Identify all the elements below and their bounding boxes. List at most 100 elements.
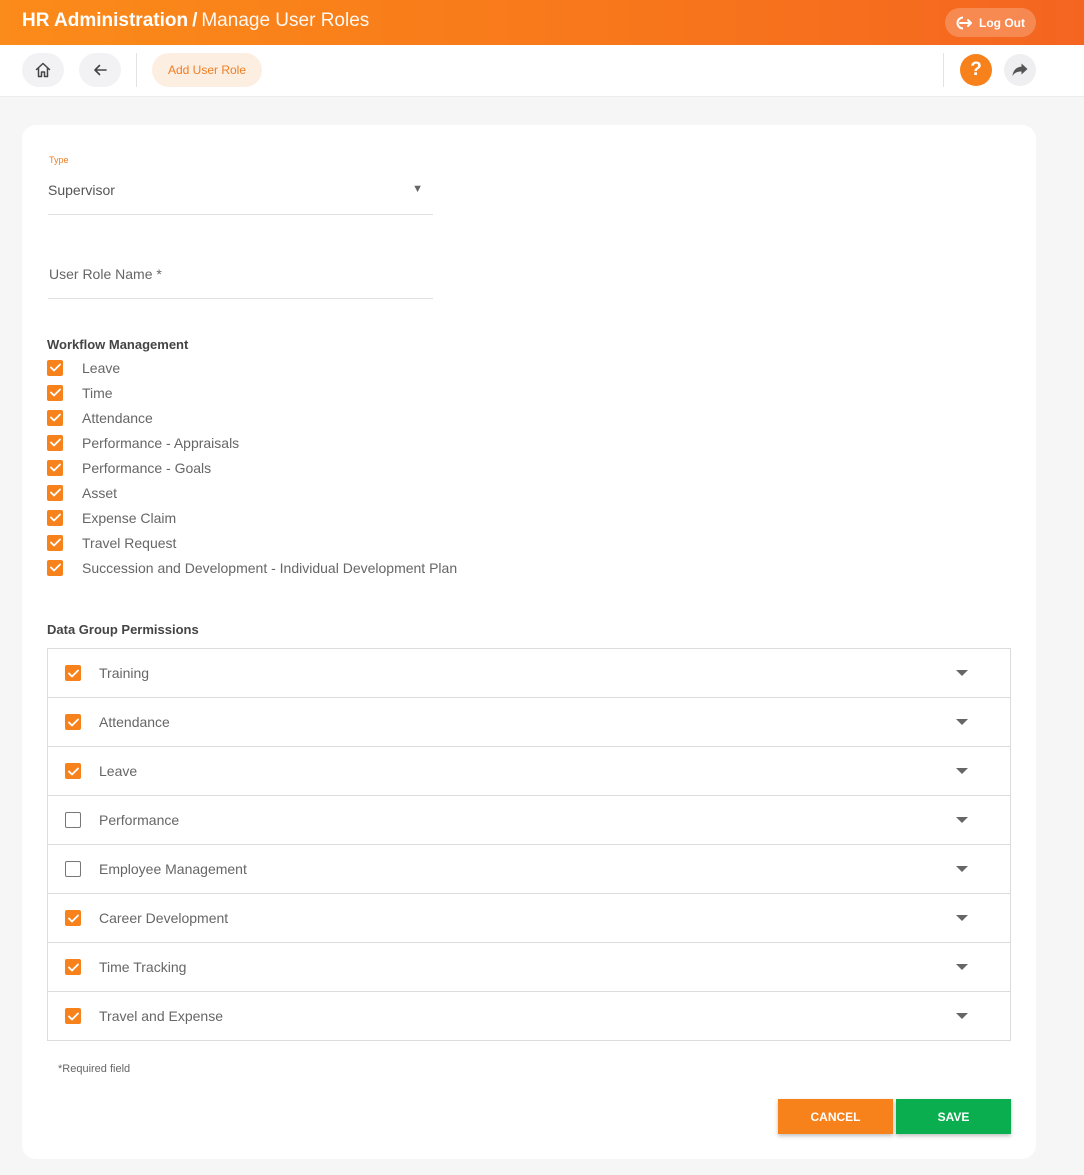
checkbox-unchecked[interactable]	[65, 812, 81, 828]
check-icon	[67, 767, 79, 775]
check-icon	[67, 718, 79, 726]
home-button[interactable]	[22, 53, 64, 87]
help-button[interactable]: ?	[960, 54, 992, 86]
top-header: HR Administration / Manage User Roles Log …	[0, 0, 1084, 45]
check-icon	[49, 413, 61, 422]
checkbox-checked[interactable]	[65, 763, 81, 779]
type-value: Supervisor	[48, 182, 115, 198]
share-icon	[1012, 63, 1028, 76]
data-group-permissions-title: Data Group Permissions	[47, 622, 199, 637]
expand-arrow-icon[interactable]	[956, 866, 968, 872]
data-group-row[interactable]: Attendance	[48, 698, 1010, 747]
expand-arrow-icon[interactable]	[956, 964, 968, 970]
workflow-item-label: Performance - Goals	[82, 459, 212, 476]
check-icon	[67, 914, 79, 922]
data-group-row[interactable]: Performance	[48, 796, 1010, 845]
data-group-label: Career Development	[99, 910, 229, 926]
home-icon	[35, 62, 51, 78]
workflow-item-label: Travel Request	[82, 534, 177, 551]
checkbox-checked[interactable]	[47, 459, 63, 476]
data-group-row[interactable]: Career Development	[48, 894, 1010, 943]
checkbox-checked[interactable]	[65, 959, 81, 975]
expand-arrow-icon[interactable]	[956, 768, 968, 774]
check-icon	[67, 669, 79, 677]
workflow-item-label: Leave	[82, 359, 121, 376]
data-group-row[interactable]: Time Tracking	[48, 943, 1010, 992]
type-select[interactable]: Supervisor ▼	[48, 173, 433, 215]
expand-arrow-icon[interactable]	[956, 817, 968, 823]
checkbox-checked[interactable]	[47, 484, 63, 501]
logout-icon	[956, 16, 972, 29]
data-group-label: Employee Management	[99, 861, 247, 877]
logout-button[interactable]: Log Out	[945, 8, 1036, 37]
share-button[interactable]	[1004, 54, 1036, 86]
workflow-item-label: Attendance	[82, 409, 153, 426]
checkbox-checked[interactable]	[47, 359, 63, 376]
toolbar-divider	[136, 53, 137, 87]
data-group-row[interactable]: Employee Management	[48, 845, 1010, 894]
checkbox-checked[interactable]	[47, 434, 63, 451]
check-icon	[49, 538, 61, 547]
workflow-item[interactable]: Leave	[47, 355, 457, 380]
workflow-item-label: Time	[82, 384, 113, 401]
checkbox-checked[interactable]	[65, 910, 81, 926]
data-group-label: Performance	[99, 812, 180, 828]
user-role-name-placeholder: User Role Name *	[49, 266, 162, 282]
workflow-item[interactable]: Succession and Development - Individual …	[47, 555, 457, 580]
expand-arrow-icon[interactable]	[956, 1013, 968, 1019]
data-group-row[interactable]: Leave	[48, 747, 1010, 796]
expand-arrow-icon[interactable]	[956, 719, 968, 725]
checkbox-checked[interactable]	[47, 534, 63, 551]
add-user-role-button[interactable]: Add User Role	[152, 53, 262, 87]
check-icon	[67, 1012, 79, 1020]
data-group-row[interactable]: Training	[48, 649, 1010, 698]
checkbox-checked[interactable]	[47, 384, 63, 401]
data-group-row[interactable]: Travel and Expense	[48, 992, 1010, 1041]
workflow-item[interactable]: Attendance	[47, 405, 457, 430]
check-icon	[49, 363, 61, 372]
checkbox-checked[interactable]	[47, 559, 63, 576]
workflow-item[interactable]: Asset	[47, 480, 457, 505]
workflow-item[interactable]: Time	[47, 380, 457, 405]
expand-arrow-icon[interactable]	[956, 915, 968, 921]
type-label: Type	[49, 155, 69, 165]
workflow-item-label: Expense Claim	[82, 509, 177, 526]
user-role-name-input[interactable]: User Role Name *	[48, 256, 433, 299]
required-field-note: *Required field	[58, 1063, 131, 1075]
toolbar: Add User Role ?	[0, 45, 1084, 97]
checkbox-checked[interactable]	[47, 409, 63, 426]
data-group-label: Travel and Expense	[99, 1008, 223, 1024]
check-icon	[49, 513, 61, 522]
check-icon	[49, 438, 61, 447]
check-icon	[49, 488, 61, 497]
workflow-item-label: Asset	[82, 484, 118, 501]
checkbox-checked[interactable]	[47, 509, 63, 526]
arrow-left-icon	[94, 64, 107, 76]
data-group-label: Leave	[99, 763, 138, 779]
workflow-item[interactable]: Travel Request	[47, 530, 457, 555]
data-group-label: Time Tracking	[99, 959, 187, 975]
workflow-item[interactable]: Performance - Appraisals	[47, 430, 457, 455]
check-icon	[49, 463, 61, 472]
checkbox-checked[interactable]	[65, 1008, 81, 1024]
workflow-item[interactable]: Performance - Goals	[47, 455, 457, 480]
checkbox-unchecked[interactable]	[65, 861, 81, 877]
data-group-label: Attendance	[99, 714, 170, 730]
page-title: HR Administration / Manage User Roles	[22, 10, 369, 32]
title-sub: Manage User Roles	[201, 10, 370, 31]
save-button[interactable]: SAVE	[896, 1099, 1011, 1134]
title-separator: /	[192, 10, 198, 31]
title-main: HR Administration	[22, 10, 189, 31]
logout-label: Log Out	[979, 15, 1025, 30]
checkbox-checked[interactable]	[65, 714, 81, 730]
workflow-item-label: Succession and Development - Individual …	[82, 559, 458, 576]
workflow-management-title: Workflow Management	[47, 337, 189, 352]
workflow-item[interactable]: Expense Claim	[47, 505, 457, 530]
cancel-button[interactable]: CANCEL	[778, 1099, 893, 1134]
data-group-table: Training Attendance Leave Performance Employ…	[47, 648, 1011, 1041]
expand-arrow-icon[interactable]	[956, 670, 968, 676]
back-button[interactable]	[79, 53, 121, 87]
caret-down-icon: ▼	[412, 183, 423, 195]
check-icon	[67, 963, 79, 971]
checkbox-checked[interactable]	[65, 665, 81, 681]
